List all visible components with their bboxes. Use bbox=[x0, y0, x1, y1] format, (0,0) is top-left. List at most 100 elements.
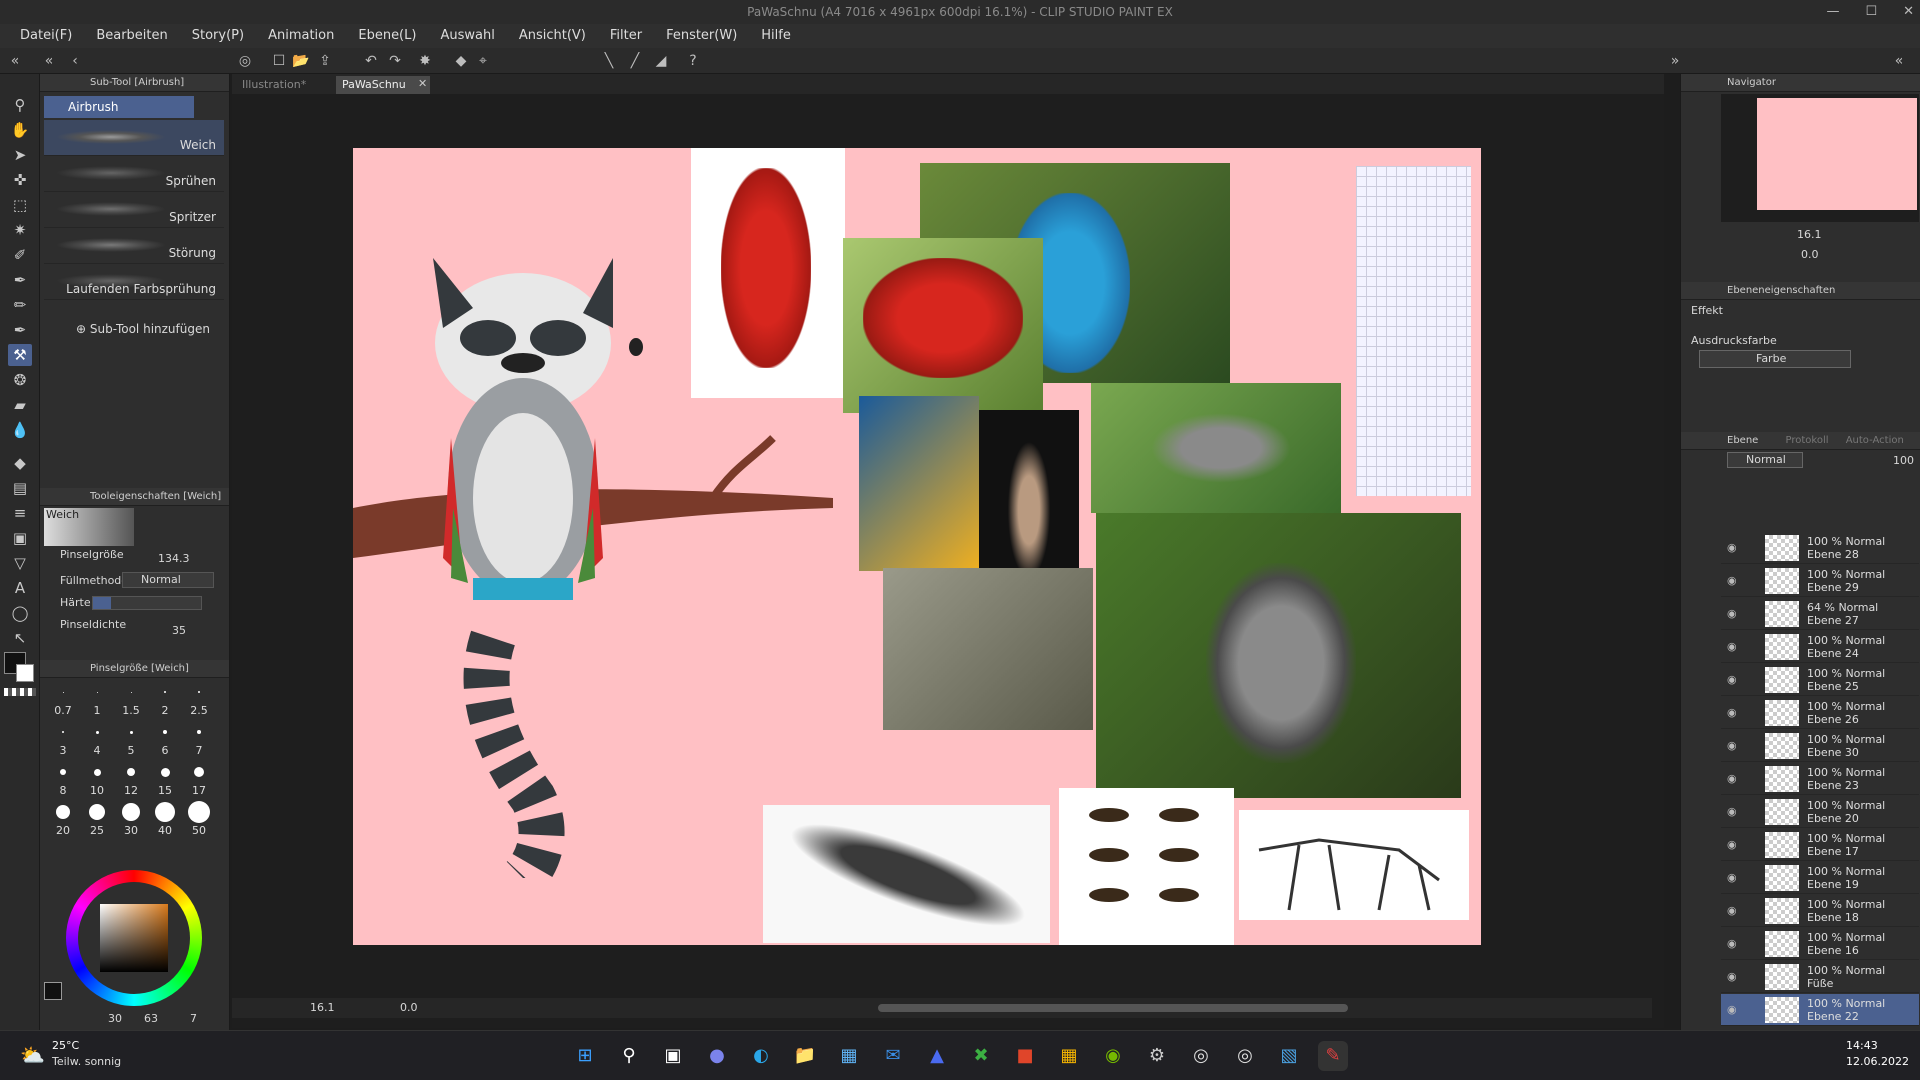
navigator-angle[interactable]: 0.0 bbox=[1801, 248, 1819, 261]
pencil-tool-icon[interactable]: ✏ bbox=[8, 294, 32, 316]
tab-pawaschnu[interactable]: PaWaSchnu bbox=[336, 76, 430, 94]
tab-history[interactable]: Protokoll bbox=[1786, 435, 1829, 446]
zoom-tool-icon[interactable]: ⚲ bbox=[8, 94, 32, 116]
balloon-tool-icon[interactable]: ◯ bbox=[8, 602, 32, 624]
brush-size-dot[interactable] bbox=[56, 805, 70, 819]
transform-icon[interactable]: ⌖ bbox=[474, 52, 492, 70]
decoration-tool-icon[interactable]: ❂ bbox=[8, 369, 32, 391]
brush-size-dot[interactable] bbox=[130, 691, 132, 693]
canvas-paper[interactable] bbox=[353, 148, 1481, 945]
layer-row[interactable]: ◉ 100 % Normal Ebene 28 bbox=[1721, 532, 1919, 564]
collapse-icon[interactable]: « bbox=[40, 52, 58, 70]
brush-stoerung[interactable]: Störung bbox=[44, 228, 224, 264]
brush-size-dot[interactable] bbox=[155, 802, 175, 822]
sub-color-swatch[interactable] bbox=[16, 664, 34, 682]
layer-row[interactable]: ◉ 100 % Normal Füße bbox=[1721, 961, 1919, 993]
fill-tool-icon[interactable]: ◆ bbox=[8, 452, 32, 474]
magic-wand-icon[interactable]: ✷ bbox=[8, 219, 32, 241]
tiles-icon[interactable]: ▦ bbox=[1054, 1041, 1084, 1071]
brush-size-dot[interactable] bbox=[129, 730, 133, 734]
brush-size-dot[interactable] bbox=[62, 691, 64, 693]
search-icon[interactable]: ⚲ bbox=[614, 1041, 644, 1071]
app-icon-1[interactable]: ◎ bbox=[1186, 1041, 1216, 1071]
eye-icon[interactable]: ◉ bbox=[1727, 607, 1737, 620]
hardness-slider[interactable] bbox=[92, 596, 202, 610]
brush-spritzer[interactable]: Spritzer bbox=[44, 192, 224, 228]
menu-story[interactable]: Story(P) bbox=[180, 24, 256, 48]
rotation-value[interactable]: 0.0 bbox=[400, 1001, 418, 1014]
fill-icon[interactable]: ◆ bbox=[452, 52, 470, 70]
eraser-tool-icon[interactable]: ▰ bbox=[8, 394, 32, 416]
layer-row[interactable]: ◉ 100 % Normal Ebene 17 bbox=[1721, 829, 1919, 861]
layer-row[interactable]: ◉ 100 % Normal Ebene 16 bbox=[1721, 928, 1919, 960]
brush-tool-icon[interactable]: ✒ bbox=[8, 319, 32, 341]
layer-row[interactable]: ◉ 100 % Normal Ebene 29 bbox=[1721, 565, 1919, 597]
mail-icon[interactable]: ✉ bbox=[878, 1041, 908, 1071]
close-tab-icon[interactable]: ✕ bbox=[418, 77, 427, 90]
brush-size-dot[interactable] bbox=[95, 730, 99, 734]
menu-filter[interactable]: Filter bbox=[598, 24, 654, 48]
hand-tool-icon[interactable]: ✋ bbox=[8, 119, 32, 141]
task-view-icon[interactable]: ▣ bbox=[658, 1041, 688, 1071]
airbrush-tool-icon[interactable]: ⚒ bbox=[8, 344, 32, 366]
snap-ruler-icon[interactable]: ╲ bbox=[600, 52, 618, 70]
brush-size-dot[interactable] bbox=[194, 767, 204, 777]
minimize-icon[interactable]: — bbox=[1826, 0, 1839, 24]
eye-icon[interactable]: ◉ bbox=[1727, 937, 1737, 950]
layer-row[interactable]: ◉ 100 % Normal Ebene 24 bbox=[1721, 631, 1919, 663]
xbox-icon[interactable]: ✖ bbox=[966, 1041, 996, 1071]
zoom-value[interactable]: 16.1 bbox=[310, 1001, 335, 1014]
eye-icon[interactable]: ◉ bbox=[1727, 970, 1737, 983]
brush-laufenden-farbspruehung[interactable]: Laufenden Farbsprühung bbox=[44, 264, 224, 300]
operation-tool-icon[interactable]: ➤ bbox=[8, 144, 32, 166]
open-file-icon[interactable]: 📂 bbox=[292, 52, 310, 70]
gradient-tool-icon[interactable]: ▤ bbox=[8, 477, 32, 499]
brush-size-dot[interactable] bbox=[62, 731, 64, 733]
pen-tool-icon[interactable]: ✒ bbox=[8, 269, 32, 291]
brush-size-dot[interactable] bbox=[93, 768, 101, 776]
settings-icon[interactable]: ⚙ bbox=[1142, 1041, 1172, 1071]
eye-icon[interactable]: ◉ bbox=[1727, 706, 1737, 719]
clip-studio-taskbar-icon[interactable]: ✎ bbox=[1318, 1041, 1348, 1071]
layer-row[interactable]: ◉ 100 % Normal Ebene 26 bbox=[1721, 697, 1919, 729]
redo-icon[interactable]: ↷ bbox=[386, 52, 404, 70]
chat-icon[interactable]: ● bbox=[702, 1041, 732, 1071]
office-icon[interactable]: ■ bbox=[1010, 1041, 1040, 1071]
transparent-color-icon[interactable] bbox=[4, 688, 36, 696]
help-icon[interactable]: ? bbox=[684, 52, 702, 70]
save-icon[interactable]: ⇪ bbox=[316, 52, 334, 70]
selection-tool-icon[interactable]: ⬚ bbox=[8, 194, 32, 216]
snap-grid-icon[interactable]: ◢ bbox=[652, 52, 670, 70]
store-icon[interactable]: ▦ bbox=[834, 1041, 864, 1071]
navigator-preview[interactable] bbox=[1721, 94, 1919, 222]
eye-icon[interactable]: ◉ bbox=[1727, 673, 1737, 686]
menu-animation[interactable]: Animation bbox=[256, 24, 346, 48]
menu-bearbeiten[interactable]: Bearbeiten bbox=[84, 24, 179, 48]
brush-size-dot[interactable] bbox=[122, 803, 140, 821]
brush-size-dot[interactable] bbox=[197, 730, 201, 734]
weather-icon[interactable]: ⛅ bbox=[20, 1043, 45, 1067]
expand-right-icon[interactable]: « bbox=[1890, 52, 1908, 70]
navigator-zoom[interactable]: 16.1 bbox=[1797, 228, 1822, 241]
maximize-icon[interactable]: ☐ bbox=[1865, 0, 1877, 24]
file-explorer-icon[interactable]: 📁 bbox=[790, 1041, 820, 1071]
snap-special-icon[interactable]: ╱ bbox=[626, 52, 644, 70]
layer-row[interactable]: ◉ 100 % Normal Ebene 22 bbox=[1721, 994, 1919, 1026]
fill-method-select[interactable]: Normal bbox=[122, 572, 214, 588]
opacity-value[interactable]: 100 bbox=[1893, 454, 1914, 467]
collapse-left-icon[interactable]: « bbox=[6, 52, 24, 70]
clip-studio-icon[interactable]: ◎ bbox=[236, 52, 254, 70]
blend-tool-icon[interactable]: 💧 bbox=[8, 419, 32, 441]
blend-mode-select[interactable]: Normal bbox=[1727, 452, 1803, 468]
layer-row[interactable]: ◉ 100 % Normal Ebene 18 bbox=[1721, 895, 1919, 927]
tab-illustration[interactable]: Illustration* bbox=[236, 76, 334, 94]
brush-size-dot[interactable] bbox=[60, 769, 66, 775]
color-square[interactable] bbox=[100, 904, 168, 972]
undo-icon[interactable]: ↶ bbox=[362, 52, 380, 70]
layer-row[interactable]: ◉ 100 % Normal Ebene 25 bbox=[1721, 664, 1919, 696]
add-subtool-button[interactable]: ⊕ Sub-Tool hinzufügen bbox=[76, 322, 210, 336]
collapse-right-icon[interactable]: » bbox=[1666, 52, 1684, 70]
app-icon-2[interactable]: ◎ bbox=[1230, 1041, 1260, 1071]
new-file-icon[interactable]: ☐ bbox=[270, 52, 288, 70]
correct-line-tool-icon[interactable]: ↖ bbox=[8, 627, 32, 649]
